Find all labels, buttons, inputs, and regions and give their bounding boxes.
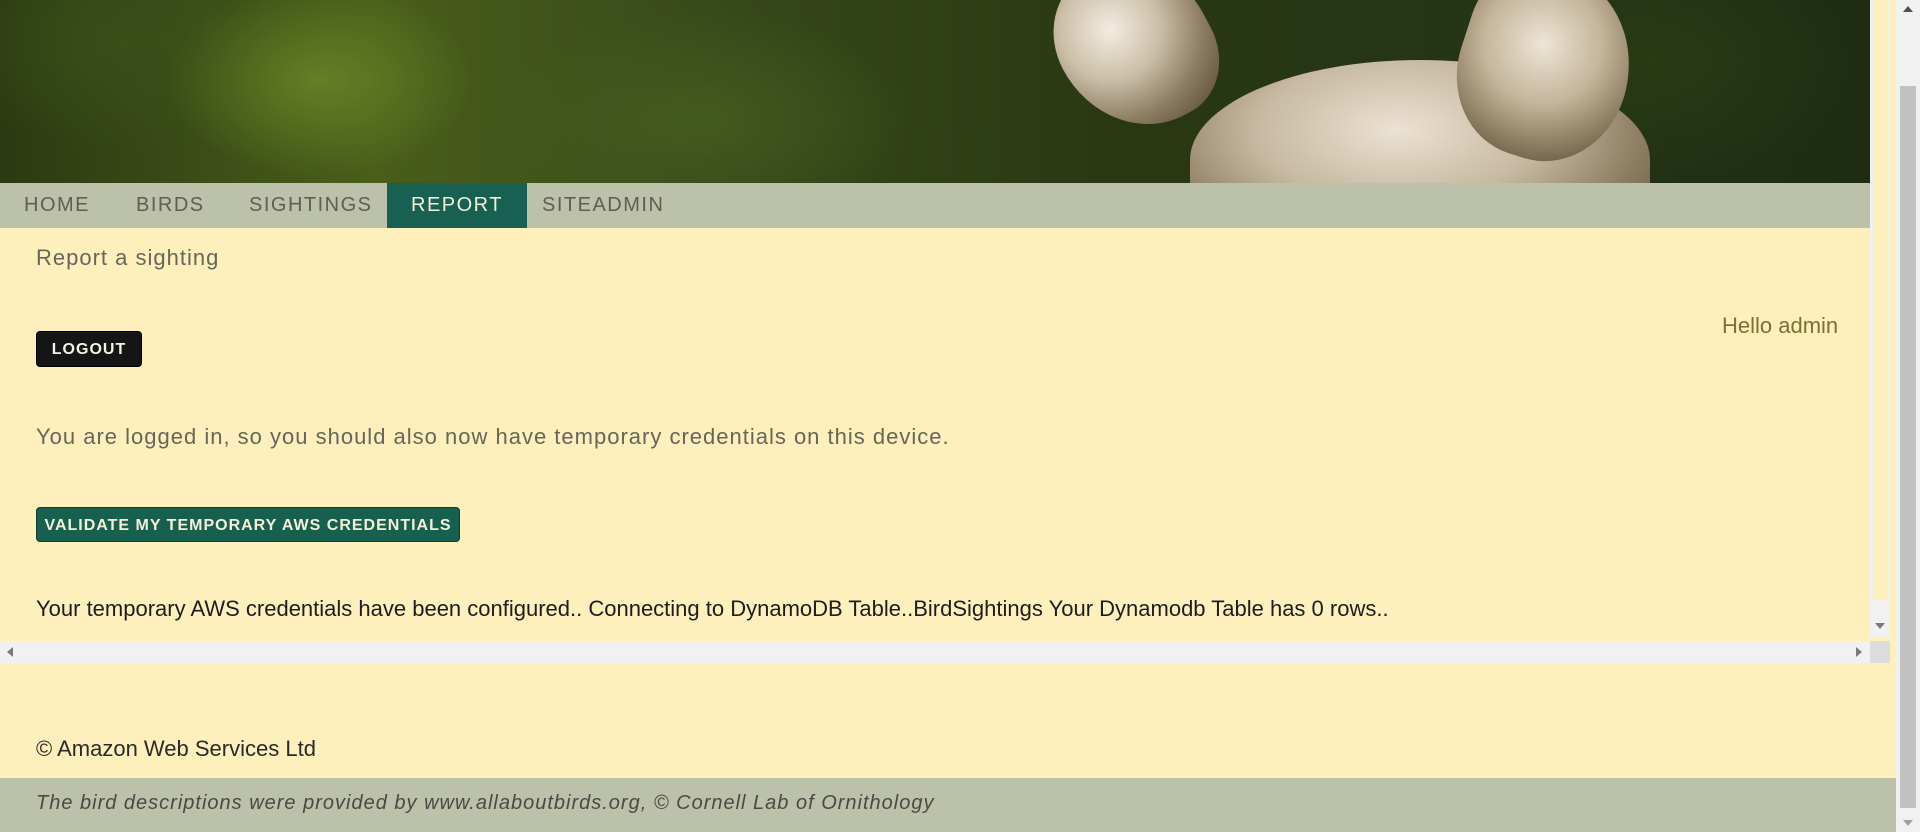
result-status-text: Your temporary AWS credentials have been… — [36, 596, 1389, 621]
nav-home[interactable]: HOME — [0, 183, 114, 228]
scroll-right-arrow-icon[interactable] — [1856, 647, 1862, 657]
copyright-text: © Amazon Web Services Ltd — [36, 736, 316, 761]
attribution-text: The bird descriptions were provided by w… — [36, 792, 935, 814]
validate-credentials-button[interactable]: VALIDATE MY TEMPORARY AWS CREDENTIALS — [36, 507, 460, 542]
frame-vertical-scrollbar[interactable] — [1870, 0, 1890, 637]
content-frame: HOME BIRDS SIGHTINGS REPORT SITEADMIN Re… — [0, 0, 1870, 637]
page-title: Report a sighting — [36, 245, 220, 270]
page-scroll-up-arrow-icon[interactable] — [1903, 6, 1913, 12]
page-scroll-thumb[interactable] — [1900, 86, 1916, 808]
hero-banner-image — [0, 0, 1870, 183]
nav-sightings[interactable]: SIGHTINGS — [225, 183, 397, 228]
scrollbar-corner — [1870, 641, 1890, 663]
frame-vertical-scroll-thumb[interactable] — [1873, 0, 1887, 600]
login-info-text: You are logged in, so you should also no… — [36, 424, 950, 449]
main-nav: HOME BIRDS SIGHTINGS REPORT SITEADMIN — [0, 183, 1870, 228]
scroll-left-arrow-icon[interactable] — [7, 647, 13, 657]
page-scroll-down-arrow-icon[interactable] — [1903, 820, 1913, 826]
greeting-text: Hello admin — [1722, 313, 1839, 338]
nav-siteadmin[interactable]: SITEADMIN — [518, 183, 688, 228]
nav-birds[interactable]: BIRDS — [112, 183, 229, 228]
logout-button[interactable]: LOGOUT — [36, 331, 142, 367]
footer-bar: The bird descriptions were provided by w… — [0, 778, 1896, 832]
page-vertical-scrollbar[interactable] — [1896, 0, 1920, 832]
frame-horizontal-scrollbar[interactable] — [0, 641, 1870, 663]
scroll-down-arrow-icon[interactable] — [1875, 623, 1885, 629]
nav-report[interactable]: REPORT — [387, 183, 527, 228]
